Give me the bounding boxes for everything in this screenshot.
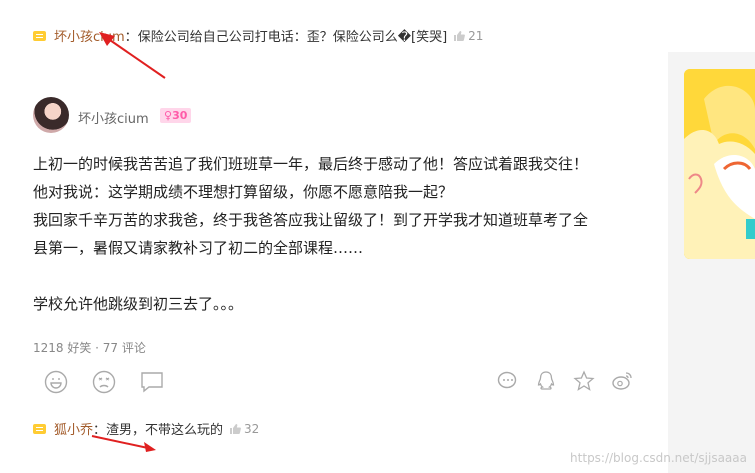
like-count: 21 — [468, 28, 484, 43]
angry-icon[interactable] — [92, 370, 116, 394]
thumb-up-icon — [454, 30, 466, 41]
watermark: https://blog.csdn.net/sjjsaaaa — [570, 451, 747, 465]
comment-text: 保险公司给自己公司打电话：歪？保险公司么�[笑哭] — [137, 30, 448, 45]
post-line: 学校允许他跳级到初三去了。。。 — [33, 295, 244, 313]
star-icon[interactable] — [573, 370, 595, 392]
share-bar — [497, 370, 633, 392]
comment-icon — [33, 30, 46, 41]
promo-banner[interactable] — [684, 69, 755, 259]
avatar[interactable] — [33, 97, 69, 133]
like-button[interactable]: 32 — [229, 422, 259, 436]
banner-illustration — [684, 69, 755, 259]
post-stats: 1218 好笑 · 77 评论 — [33, 341, 146, 355]
chat-icon[interactable] — [140, 370, 164, 394]
post-line: 上初一的时候我苦苦追了我们班班草一年，最后终于感动了他！答应试着跟我交往！ — [33, 155, 589, 173]
wechat-icon[interactable] — [497, 370, 519, 392]
like-count: 32 — [244, 421, 260, 436]
level-value: 30 — [172, 109, 188, 122]
post-line: 我回家千辛万苦的求我爸，终于我爸答应我让留级了！到了开学我才知道班草考了全 — [33, 211, 589, 229]
post-content: 上初一的时候我苦苦追了我们班班草一年，最后终于感动了他！答应试着跟我交往！ 他对… — [33, 150, 643, 318]
post-line: 县第一，暑假又请家教补习了初二的全部课程…… — [33, 239, 364, 257]
qq-icon[interactable] — [535, 370, 557, 392]
annotation-arrow — [91, 435, 156, 452]
post-line: 他对我说：这学期成绩不理想打算留级，你愿不愿意陪我一起？ — [33, 183, 454, 201]
reaction-bar — [44, 370, 164, 394]
like-button[interactable]: 21 — [453, 29, 483, 43]
weibo-icon[interactable] — [611, 370, 633, 392]
annotation-arrow — [99, 32, 166, 79]
level-icon: ♀ — [164, 109, 173, 122]
author-name[interactable]: 坏小孩cium — [78, 108, 149, 127]
level-badge: ♀30 — [160, 108, 192, 123]
comment-icon — [33, 423, 46, 434]
smile-icon[interactable] — [44, 370, 68, 394]
thumb-up-icon — [230, 423, 241, 434]
